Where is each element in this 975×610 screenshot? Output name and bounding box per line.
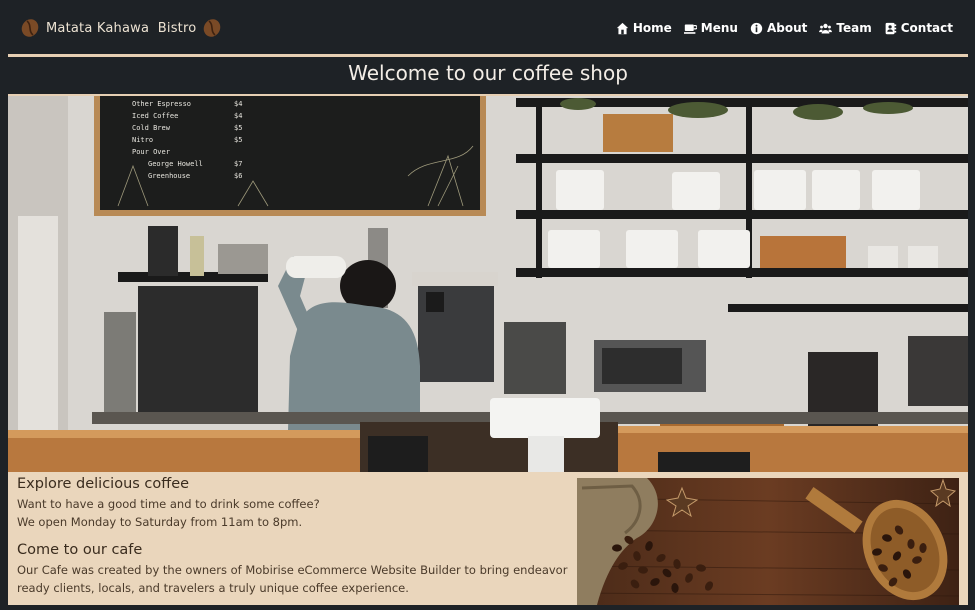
menu-board-item: Nitro (132, 136, 153, 144)
hours-line-2: We open Monday to Saturday from 11am to … (17, 515, 303, 529)
menu-board-price: $5 (234, 136, 242, 144)
menu-board-item: Greenhouse (148, 172, 190, 180)
contact-card-icon (885, 22, 896, 34)
nav-contact-label: Contact (900, 21, 953, 35)
coffee-shop-illustration: Other Espresso $4 Iced Coffee $4 Cold Brew $5… (8, 96, 968, 472)
menu-board-price: $4 (234, 100, 242, 108)
coffee-cup-icon (683, 23, 697, 34)
explore-heading: Explore delicious coffee (17, 476, 190, 492)
info-section: Explore delicious coffee Want to have a … (8, 472, 968, 605)
menu-board-item: Other Espresso (132, 100, 191, 108)
hero-image: Other Espresso $4 Iced Coffee $4 Cold Brew $5… (8, 94, 968, 472)
menu-board-price: $4 (234, 112, 242, 120)
coffee-beans-illustration (577, 478, 959, 605)
menu-board-price: $5 (234, 124, 242, 132)
nav-team-label: Team (836, 21, 872, 35)
nav-team[interactable]: Team (819, 21, 872, 35)
brand[interactable]: Matata Kahawa Bistro (20, 18, 222, 38)
nav-links: Home Menu About Team Contact (616, 21, 953, 35)
brand-name: Matata Kahawa Bistro (46, 20, 197, 36)
hours-line-1: Want to have a good time and to drink so… (17, 497, 320, 511)
top-navbar: Matata Kahawa Bistro Home Menu About Tea… (0, 0, 975, 57)
users-icon (819, 23, 833, 34)
coffee-bean-icon (204, 19, 221, 37)
page-title: Welcome to our coffee shop (8, 57, 968, 94)
hours-text: Want to have a good time and to drink so… (17, 495, 572, 531)
nav-about-label: About (766, 21, 808, 35)
coffee-beans-image (577, 478, 959, 605)
home-icon (616, 22, 629, 34)
nav-menu[interactable]: Menu (683, 21, 738, 35)
menu-board-item: Iced Coffee (132, 112, 178, 120)
cafe-description: Our Cafe was created by the owners of Mo… (17, 563, 568, 595)
info-icon (750, 22, 763, 34)
nav-about[interactable]: About (750, 21, 807, 35)
cafe-heading: Come to our cafe (17, 542, 143, 558)
menu-board-item: Pour Over (132, 148, 170, 156)
menu-board-price: $7 (234, 160, 242, 168)
nav-home-label: Home (632, 21, 672, 35)
nav-contact[interactable]: Contact (884, 21, 953, 35)
coffee-bean (612, 544, 622, 552)
info-text: Explore delicious coffee Want to have a … (17, 476, 572, 597)
menu-board-price: $6 (234, 172, 242, 180)
nav-home[interactable]: Home (616, 21, 672, 35)
coffee-bean-icon (21, 19, 39, 37)
nav-menu-label: Menu (700, 21, 738, 35)
menu-board-item: Cold Brew (132, 124, 171, 132)
menu-board-item: George Howell (148, 160, 203, 168)
